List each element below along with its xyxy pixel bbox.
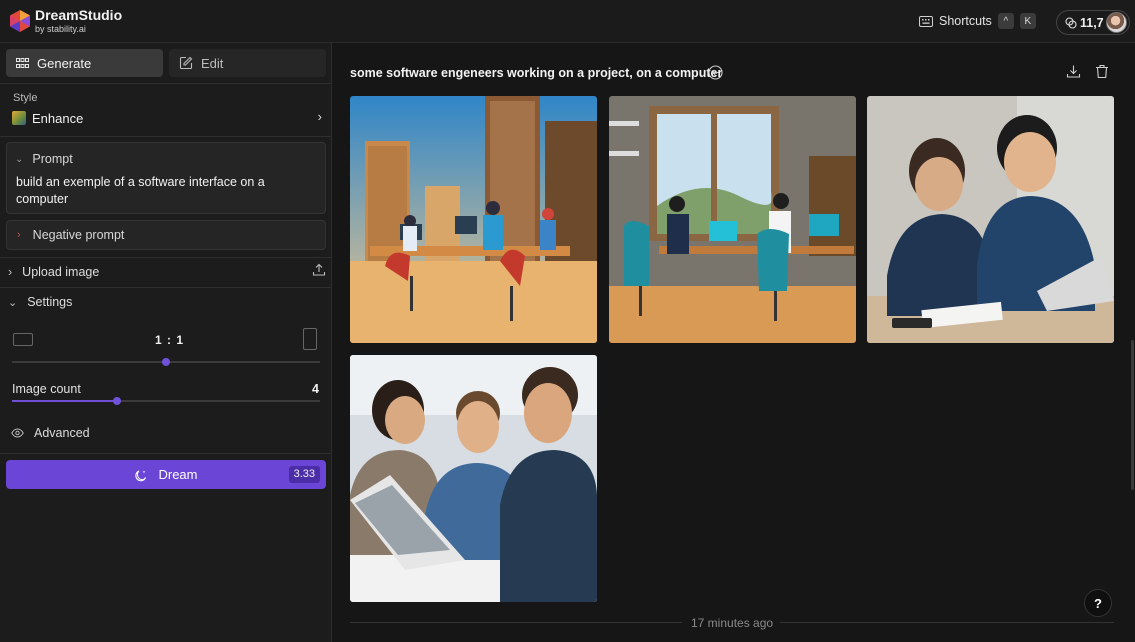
image-count-label: Image count: [12, 382, 81, 396]
tab-edit[interactable]: Edit: [169, 49, 326, 77]
negative-prompt-label: Negative prompt: [32, 228, 125, 242]
style-value: Enhance: [32, 110, 84, 126]
trash-icon[interactable]: [1095, 64, 1109, 79]
style-label: Style: [13, 92, 38, 104]
shortcut-key-ctrl: ^: [997, 13, 1014, 29]
divider: [350, 622, 682, 623]
image-actions: [1066, 64, 1109, 79]
aspect-ratio-slider-handle[interactable]: [162, 358, 170, 366]
settings-label: Settings: [27, 295, 73, 309]
credits-badge[interactable]: 11,7: [1056, 10, 1130, 35]
edit-icon: [179, 56, 193, 70]
portrait-ratio-icon[interactable]: [303, 328, 317, 350]
advanced-label: Advanced: [34, 426, 90, 440]
negative-prompt-toggle[interactable]: › Negative prompt: [6, 220, 326, 250]
chevron-down-icon: ⌄: [15, 153, 24, 165]
credits-value: 11,7: [1080, 15, 1104, 30]
image-count-slider-fill: [12, 400, 117, 402]
prompt-input[interactable]: build an exemple of a software interface…: [16, 174, 316, 208]
divider: [780, 622, 1114, 623]
chevron-right-icon: ›: [8, 265, 13, 279]
timestamp: 17 minutes ago: [691, 616, 774, 630]
divider: [0, 83, 332, 84]
scrollbar[interactable]: [1131, 340, 1134, 490]
dreamstudio-logo-icon: [10, 10, 30, 32]
eye-icon: [11, 428, 24, 438]
image-count-value: 4: [312, 382, 319, 396]
aspect-ratio-value: 1 : 1: [155, 333, 185, 347]
grid-icon: [16, 57, 29, 68]
dream-button[interactable]: Dream 3.33: [6, 460, 326, 489]
avatar[interactable]: [1106, 12, 1127, 33]
upload-image-label: Upload image: [22, 265, 100, 279]
app-name: DreamStudio: [35, 7, 123, 23]
tab-generate-label: Generate: [37, 55, 92, 71]
moon-stars-icon: [135, 469, 147, 481]
generation-prompt-title: some software engeneers working on a pro…: [350, 66, 723, 80]
keyboard-icon: [919, 15, 933, 27]
style-selector[interactable]: Enhance ›: [12, 109, 322, 127]
shortcut-key-k: K: [1019, 13, 1036, 29]
shortcuts-button[interactable]: Shortcuts ^ K: [919, 13, 1036, 29]
generated-image-3[interactable]: [867, 96, 1114, 343]
tab-edit-label: Edit: [201, 55, 224, 71]
divider: [0, 257, 332, 258]
style-thumbnail: [12, 111, 26, 125]
shortcuts-label: Shortcuts: [939, 14, 992, 28]
advanced-toggle[interactable]: Advanced: [11, 424, 329, 442]
divider: [0, 453, 332, 454]
divider: [0, 136, 332, 137]
dream-button-label: Dream: [158, 467, 198, 482]
generated-image-2[interactable]: [609, 96, 856, 343]
chevron-right-icon: ›: [317, 109, 322, 124]
generated-image-1[interactable]: [350, 96, 597, 343]
aspect-ratio-slider[interactable]: [12, 358, 320, 366]
image-count-slider[interactable]: [12, 397, 320, 405]
upload-icon[interactable]: [312, 263, 326, 277]
top-bar: DreamStudio by stability.ai Shortcuts ^ …: [0, 0, 1135, 43]
divider: [0, 287, 332, 288]
reuse-prompt-icon[interactable]: [708, 65, 723, 80]
app-subtitle: by stability.ai: [35, 24, 86, 34]
prompt-toggle[interactable]: ⌄ Prompt: [15, 152, 73, 166]
dream-cost-badge: 3.33: [288, 466, 320, 483]
chevron-down-icon: ⌄: [8, 296, 18, 309]
tab-generate[interactable]: Generate: [6, 49, 163, 77]
prompt-label: Prompt: [32, 152, 73, 166]
credits-icon: [1065, 16, 1077, 29]
help-button[interactable]: ?: [1084, 589, 1112, 617]
prompt-panel: ⌄ Prompt build an exemple of a software …: [6, 142, 326, 214]
image-count-slider-handle[interactable]: [112, 397, 121, 405]
upload-image-toggle[interactable]: › Upload image: [8, 263, 326, 281]
brand[interactable]: DreamStudio by stability.ai: [35, 8, 122, 34]
landscape-ratio-icon[interactable]: [13, 333, 33, 346]
chevron-right-icon: ›: [17, 229, 21, 241]
download-icon[interactable]: [1066, 64, 1081, 79]
sidebar: Generate Edit Style Enhance › ⌄ Prompt b…: [0, 43, 332, 642]
settings-toggle[interactable]: ⌄ Settings: [8, 293, 326, 311]
generated-image-4[interactable]: [350, 355, 597, 602]
